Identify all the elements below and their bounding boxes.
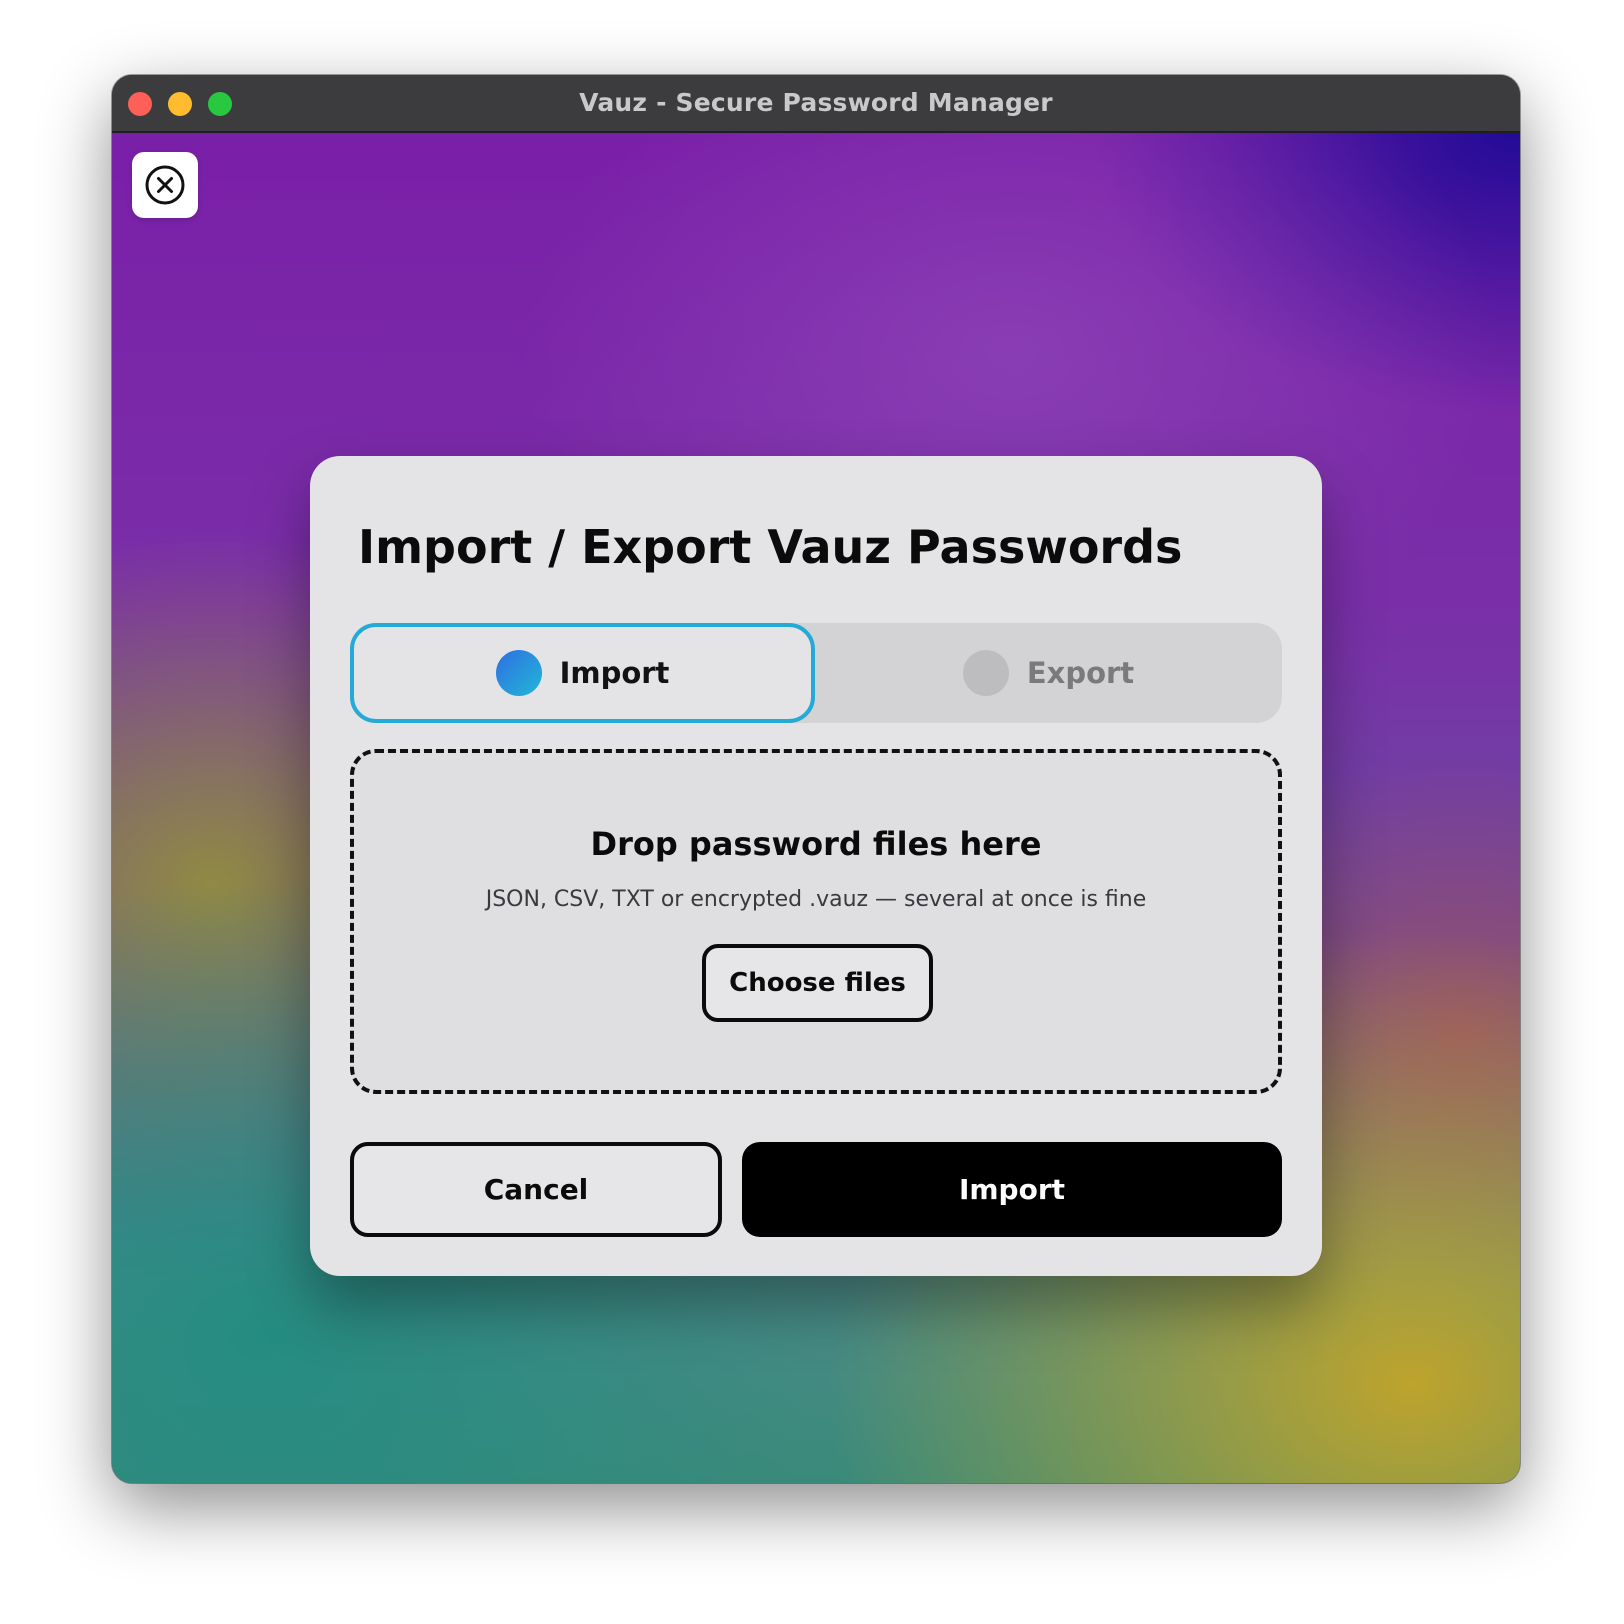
dropzone-title: Drop password files here xyxy=(590,825,1042,863)
window-title: Vauz - Secure Password Manager xyxy=(579,88,1053,117)
close-circle-icon xyxy=(145,165,185,205)
import-export-dialog: Import / Export Vauz Passwords Import Ex… xyxy=(310,456,1322,1276)
import-button[interactable]: Import xyxy=(742,1142,1282,1237)
file-dropzone[interactable]: Drop password files here JSON, CSV, TXT … xyxy=(350,749,1282,1094)
app-window: Vauz - Secure Password Manager Import / … xyxy=(112,75,1520,1483)
dialog-title: Import / Export Vauz Passwords xyxy=(358,520,1183,574)
tab-export[interactable]: Export xyxy=(815,623,1282,723)
tab-import-label: Import xyxy=(559,656,670,690)
title-bar[interactable]: Vauz - Secure Password Manager xyxy=(112,75,1520,133)
choose-files-button[interactable]: Choose files xyxy=(702,944,933,1022)
tab-export-label: Export xyxy=(1026,656,1135,690)
tab-import[interactable]: Import xyxy=(350,623,815,723)
cancel-button[interactable]: Cancel xyxy=(350,1142,722,1237)
app-background: Import / Export Vauz Passwords Import Ex… xyxy=(112,133,1520,1483)
radio-unselected-icon xyxy=(962,650,1009,696)
radio-selected-icon xyxy=(495,650,542,696)
close-button[interactable] xyxy=(132,152,198,218)
dropzone-subtitle: JSON, CSV, TXT or encrypted .vauz — seve… xyxy=(485,887,1147,912)
mode-segmented-control: Import Export xyxy=(350,623,1282,723)
